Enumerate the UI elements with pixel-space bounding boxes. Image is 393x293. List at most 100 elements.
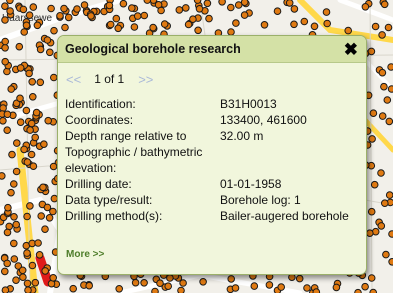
borehole-marker[interactable] — [354, 288, 362, 293]
borehole-marker[interactable] — [382, 250, 390, 259]
borehole-marker[interactable] — [387, 85, 393, 93]
borehole-marker[interactable] — [19, 273, 27, 282]
borehole-marker[interactable] — [195, 5, 204, 13]
borehole-marker[interactable] — [231, 284, 240, 292]
borehole-marker[interactable] — [130, 23, 139, 31]
borehole-marker[interactable] — [366, 229, 374, 237]
borehole-marker[interactable] — [295, 274, 304, 283]
borehole-marker[interactable] — [203, 0, 212, 8]
borehole-marker[interactable] — [12, 220, 21, 229]
borehole-marker[interactable] — [10, 239, 18, 248]
borehole-marker[interactable] — [368, 135, 376, 143]
borehole-marker[interactable] — [23, 279, 32, 288]
borehole-marker[interactable] — [140, 279, 148, 287]
borehole-marker[interactable] — [265, 281, 274, 289]
borehole-marker[interactable] — [367, 47, 376, 56]
borehole-marker[interactable] — [27, 150, 36, 159]
next-page-button[interactable]: >> — [138, 72, 153, 87]
borehole-marker[interactable] — [105, 1, 114, 10]
borehole-marker[interactable] — [64, 13, 73, 22]
borehole-marker[interactable] — [50, 26, 58, 35]
borehole-marker[interactable] — [371, 22, 380, 31]
borehole-marker[interactable] — [44, 116, 53, 125]
borehole-marker[interactable] — [40, 140, 48, 148]
borehole-marker[interactable] — [383, 96, 392, 104]
borehole-marker[interactable] — [312, 288, 321, 293]
borehole-marker[interactable] — [24, 286, 32, 293]
borehole-marker[interactable] — [388, 258, 393, 266]
borehole-marker[interactable] — [19, 5, 28, 14]
borehole-marker[interactable] — [43, 203, 52, 212]
borehole-marker[interactable] — [377, 169, 385, 177]
borehole-marker[interactable] — [114, 24, 122, 33]
borehole-marker[interactable] — [39, 183, 47, 192]
borehole-marker[interactable] — [194, 26, 202, 35]
borehole-marker[interactable] — [25, 11, 34, 19]
borehole-marker[interactable] — [323, 19, 332, 28]
borehole-marker[interactable] — [29, 162, 38, 170]
borehole-marker[interactable] — [56, 12, 64, 20]
borehole-marker[interactable] — [49, 162, 58, 171]
borehole-marker[interactable] — [7, 85, 15, 93]
borehole-marker[interactable] — [12, 167, 21, 176]
borehole-marker[interactable] — [106, 20, 115, 29]
borehole-marker[interactable] — [23, 212, 31, 221]
borehole-marker[interactable] — [175, 6, 184, 14]
borehole-marker[interactable] — [184, 20, 193, 29]
borehole-marker[interactable] — [300, 17, 309, 26]
borehole-marker[interactable] — [7, 188, 15, 197]
borehole-marker[interactable] — [380, 0, 389, 9]
borehole-marker[interactable] — [1, 16, 9, 24]
borehole-marker[interactable] — [193, 0, 202, 4]
borehole-marker[interactable] — [385, 117, 393, 126]
borehole-marker[interactable] — [1, 286, 10, 293]
borehole-marker[interactable] — [4, 203, 12, 212]
borehole-marker[interactable] — [378, 112, 387, 120]
borehole-marker[interactable] — [166, 274, 174, 282]
borehole-marker[interactable] — [80, 1, 89, 9]
borehole-marker[interactable] — [234, 1, 243, 9]
borehole-marker[interactable] — [143, 0, 152, 4]
borehole-marker[interactable] — [378, 68, 387, 77]
borehole-marker[interactable] — [3, 126, 11, 134]
borehole-marker[interactable] — [45, 214, 54, 222]
borehole-marker[interactable] — [388, 230, 393, 238]
borehole-marker[interactable] — [149, 23, 157, 32]
borehole-marker[interactable] — [12, 139, 21, 147]
borehole-marker[interactable] — [128, 4, 136, 12]
borehole-marker[interactable] — [1, 2, 9, 10]
borehole-marker[interactable] — [16, 64, 25, 72]
borehole-marker[interactable] — [151, 287, 159, 293]
borehole-marker[interactable] — [3, 110, 12, 119]
borehole-marker[interactable] — [23, 158, 32, 166]
borehole-marker[interactable] — [31, 278, 40, 287]
borehole-marker[interactable] — [290, 5, 299, 13]
borehole-marker[interactable] — [140, 11, 149, 20]
borehole-marker[interactable] — [232, 19, 240, 27]
borehole-marker[interactable] — [43, 36, 52, 44]
borehole-marker[interactable] — [1, 267, 9, 276]
borehole-marker[interactable] — [1, 37, 9, 46]
borehole-marker[interactable] — [370, 180, 379, 189]
borehole-marker[interactable] — [133, 12, 142, 20]
borehole-marker[interactable] — [31, 133, 40, 142]
close-icon[interactable]: ✖ — [344, 41, 358, 58]
borehole-marker[interactable] — [22, 21, 31, 30]
borehole-marker[interactable] — [37, 212, 46, 220]
borehole-marker[interactable] — [85, 281, 93, 290]
borehole-marker[interactable] — [240, 11, 249, 19]
borehole-marker[interactable] — [157, 6, 165, 15]
borehole-marker[interactable] — [41, 225, 49, 233]
borehole-marker[interactable] — [260, 21, 269, 29]
borehole-marker[interactable] — [290, 20, 298, 29]
borehole-marker[interactable] — [285, 0, 294, 7]
borehole-marker[interactable] — [28, 78, 37, 86]
borehole-marker[interactable] — [378, 31, 386, 39]
borehole-marker[interactable] — [227, 275, 235, 283]
borehole-marker[interactable] — [380, 82, 388, 91]
borehole-marker[interactable] — [367, 207, 376, 216]
borehole-marker[interactable] — [218, 0, 226, 6]
borehole-marker[interactable] — [199, 278, 207, 286]
borehole-marker[interactable] — [10, 255, 19, 263]
borehole-marker[interactable] — [303, 284, 311, 292]
